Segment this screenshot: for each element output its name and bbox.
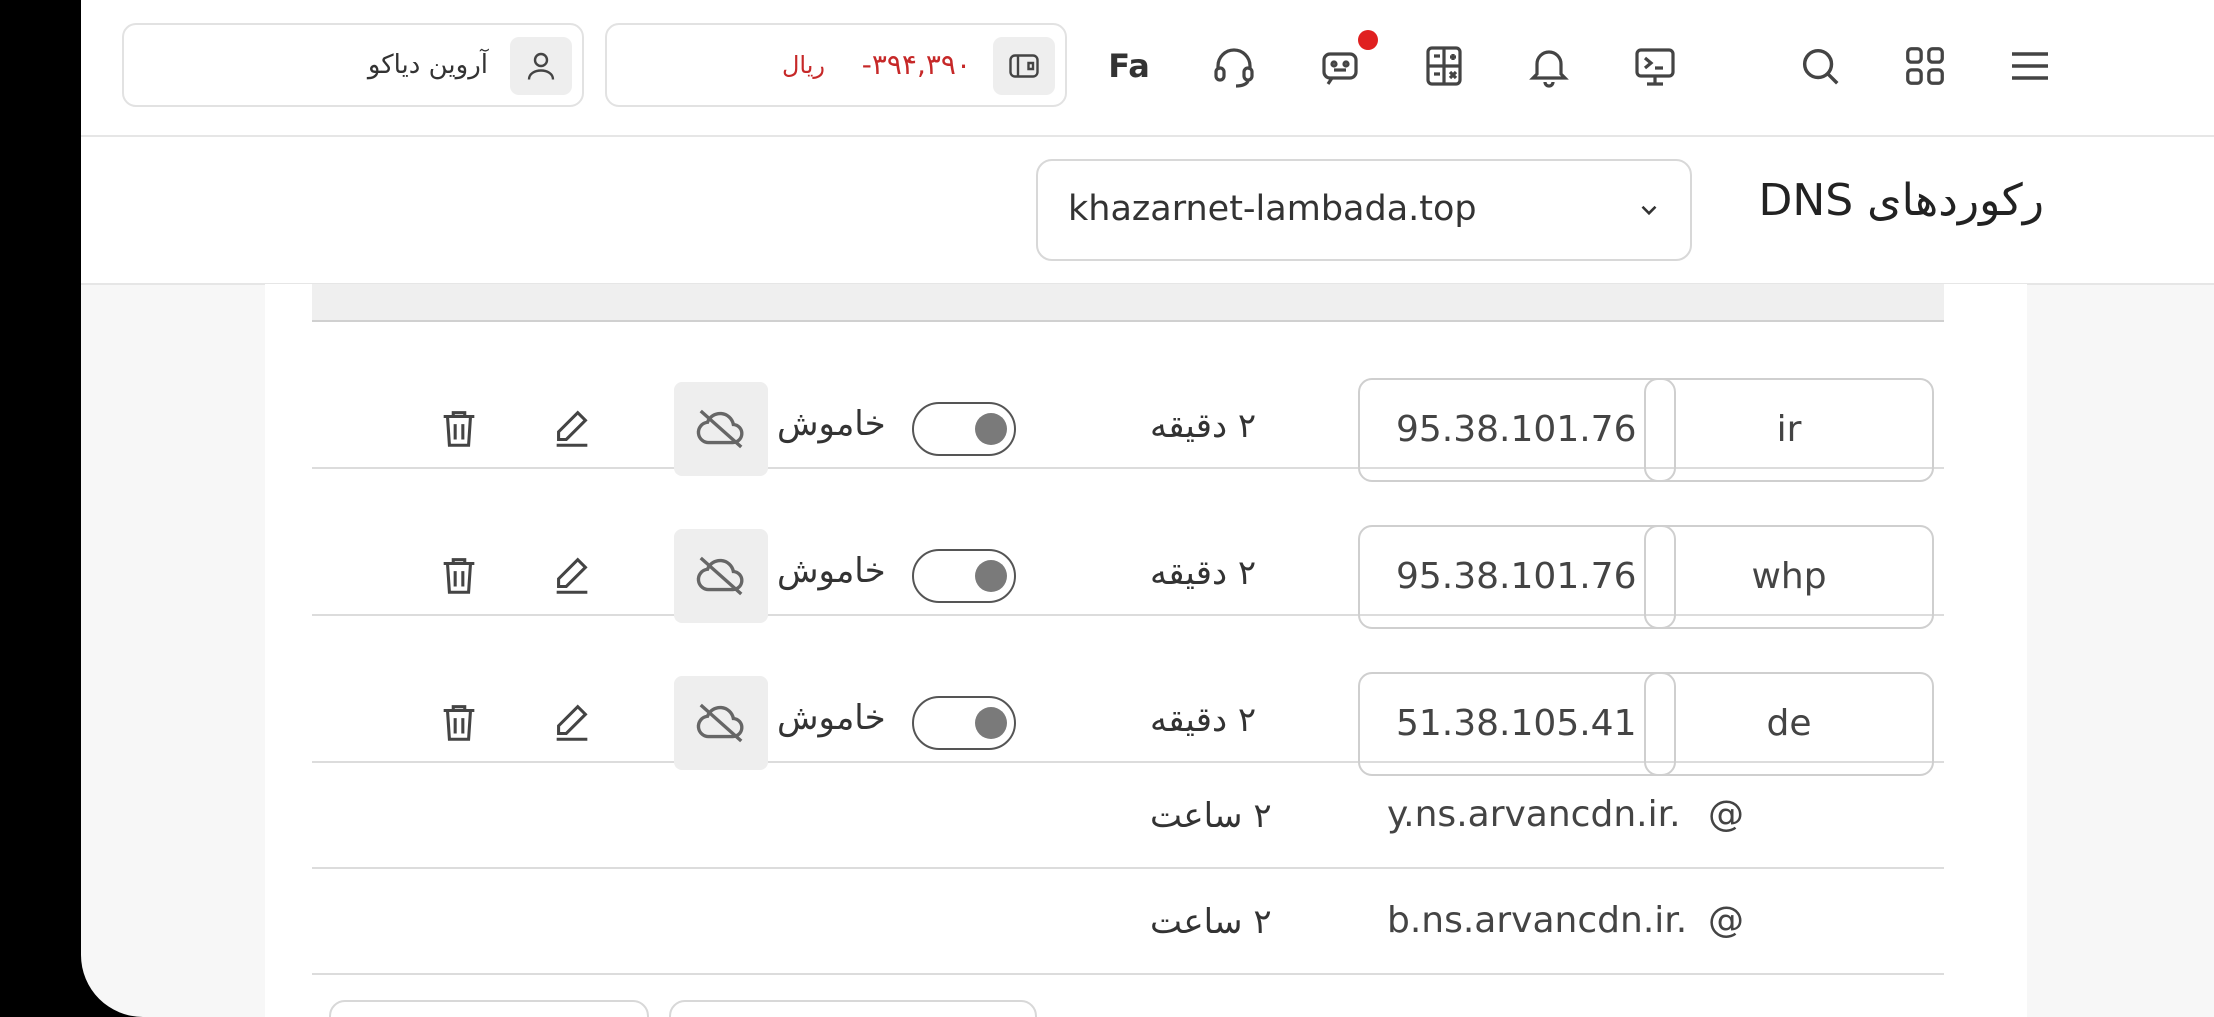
- balance-currency: ریال: [781, 51, 825, 79]
- page-header: رکوردهای DNS khazarnet-lambada.top: [81, 137, 2214, 285]
- terminal-icon[interactable]: [1629, 40, 1681, 92]
- headset-icon[interactable]: [1208, 40, 1260, 92]
- user-menu[interactable]: آروین دیاکو: [122, 23, 584, 107]
- top-bar: آروین دیاکو -۳۹۴,۳۹۰ ریال Fa: [81, 0, 2214, 137]
- edit-icon[interactable]: [547, 402, 597, 454]
- chatbot-icon[interactable]: [1314, 40, 1366, 92]
- record-ttl: ۲ ساعت: [1150, 796, 1272, 836]
- delete-icon[interactable]: [434, 402, 484, 454]
- cloud-toggle[interactable]: [912, 696, 1016, 750]
- toggle-knob: [975, 707, 1007, 739]
- record-ttl: ۲ دقیقه: [1150, 406, 1257, 446]
- record-name: @: [1708, 794, 1744, 835]
- search-icon[interactable]: [1794, 40, 1846, 92]
- wallet-icon: [993, 37, 1055, 95]
- record-ttl: ۲ دقیقه: [1150, 553, 1257, 593]
- record-ttl: ۲ دقیقه: [1150, 700, 1257, 740]
- table-row: de 51.38.105.41 ۲ دقیقه خاموش: [312, 614, 1944, 776]
- table-row: @ b.ns.arvancdn.ir. ۲ ساعت: [312, 867, 1944, 975]
- cloud-status-label: خاموش: [777, 404, 886, 444]
- table-row: whp 95.38.101.76 ۲ دقیقه خاموش: [312, 467, 1944, 629]
- toggle-knob: [975, 560, 1007, 592]
- bell-icon[interactable]: [1523, 40, 1575, 92]
- cloud-off-icon: [674, 529, 768, 623]
- table-row: @ y.ns.arvancdn.ir. ۲ ساعت: [312, 761, 1944, 869]
- language-switch[interactable]: Fa: [1099, 40, 1159, 92]
- app-window: آروین دیاکو -۳۹۴,۳۹۰ ریال Fa رکوردهای DN…: [81, 0, 2214, 1017]
- notification-dot: [1358, 30, 1378, 50]
- domain-select[interactable]: khazarnet-lambada.top: [1036, 159, 1692, 261]
- cloud-status-label: خاموش: [777, 551, 886, 591]
- cloud-toggle[interactable]: [912, 549, 1016, 603]
- dns-records-table: ir 95.38.101.76 ۲ دقیقه خاموش whp 95.38.…: [265, 284, 2027, 1017]
- table-row: ir 95.38.101.76 ۲ دقیقه خاموش: [312, 320, 1944, 482]
- balance-amount: -۳۹۴,۳۹۰: [861, 48, 971, 81]
- toggle-knob: [975, 413, 1007, 445]
- cloud-off-icon: [674, 382, 768, 476]
- bottom-action-button-2[interactable]: [669, 1000, 1037, 1017]
- delete-icon[interactable]: [434, 549, 484, 601]
- bottom-action-button[interactable]: [329, 1000, 649, 1017]
- wallet-balance[interactable]: -۳۹۴,۳۹۰ ریال: [605, 23, 1067, 107]
- cloud-off-icon: [674, 676, 768, 770]
- cloud-status-label: خاموش: [777, 698, 886, 738]
- apps-grid-icon[interactable]: [1899, 40, 1951, 92]
- record-value: y.ns.arvancdn.ir.: [1387, 794, 1681, 835]
- calculator-icon[interactable]: [1418, 40, 1470, 92]
- delete-icon[interactable]: [434, 696, 484, 748]
- record-name: @: [1708, 900, 1744, 941]
- chevron-down-icon: [1636, 197, 1662, 227]
- table-header: [312, 284, 1944, 322]
- edit-icon[interactable]: [547, 696, 597, 748]
- user-icon: [510, 37, 572, 95]
- record-value: b.ns.arvancdn.ir.: [1387, 900, 1688, 941]
- menu-icon[interactable]: [2004, 40, 2056, 92]
- user-name: آروین دیاکو: [367, 50, 488, 80]
- domain-select-value: khazarnet-lambada.top: [1068, 189, 1477, 229]
- record-ttl: ۲ ساعت: [1150, 902, 1272, 942]
- cloud-toggle[interactable]: [912, 402, 1016, 456]
- page-title: رکوردهای DNS: [1758, 175, 2044, 226]
- edit-icon[interactable]: [547, 549, 597, 601]
